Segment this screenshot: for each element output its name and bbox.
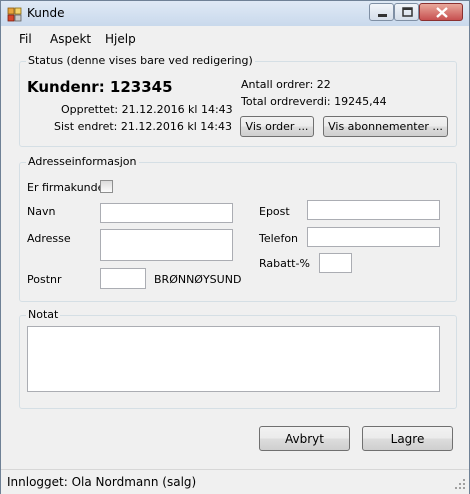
company-customer-checkbox[interactable] bbox=[100, 180, 113, 193]
discount-input[interactable] bbox=[319, 253, 352, 273]
close-button[interactable] bbox=[419, 3, 463, 21]
view-orders-button[interactable]: Vis order ... bbox=[240, 116, 314, 137]
cancel-button[interactable]: Avbryt bbox=[259, 426, 350, 451]
address-input[interactable] bbox=[100, 229, 233, 261]
title-bar[interactable]: Kunde bbox=[1, 1, 469, 26]
address-label: Adresse bbox=[27, 232, 71, 245]
phone-label: Telefon bbox=[259, 232, 299, 245]
logged-in-user: Innlogget: Ola Nordmann (salg) bbox=[7, 475, 197, 489]
created-timestamp: Opprettet: 21.12.2016 kl 14:43 bbox=[61, 103, 233, 116]
note-group-label: Notat bbox=[26, 308, 61, 321]
customer-number: Kundenr: 123345 bbox=[27, 78, 173, 96]
total-order-value: Total ordreverdi: 19245,44 bbox=[241, 95, 387, 108]
minimize-button[interactable] bbox=[369, 3, 394, 21]
status-bar: Innlogget: Ola Nordmann (salg) bbox=[1, 469, 469, 494]
postcode-input[interactable] bbox=[100, 268, 146, 289]
address-group-label: Adresseinformasjon bbox=[26, 155, 139, 168]
maximize-icon bbox=[402, 7, 413, 17]
name-input[interactable] bbox=[100, 203, 233, 223]
city-label: BRØNNØYSUND bbox=[154, 273, 242, 286]
resize-grip-icon[interactable] bbox=[454, 478, 466, 490]
email-label: Epost bbox=[259, 205, 290, 218]
close-icon bbox=[436, 7, 448, 18]
menu-bar: Fil Aspekt Hjelp bbox=[1, 28, 469, 48]
status-group-label: Status (denne vises bare ved redigering) bbox=[26, 54, 255, 67]
name-label: Navn bbox=[27, 205, 56, 218]
maximize-button[interactable] bbox=[394, 3, 419, 21]
email-input[interactable] bbox=[307, 200, 440, 220]
company-customer-label: Er firmakunde bbox=[27, 181, 105, 194]
menu-help[interactable]: Hjelp bbox=[105, 32, 136, 46]
customer-window: Kunde Fil Aspekt Hjelp Status (denne vis… bbox=[0, 0, 470, 494]
note-textarea[interactable] bbox=[27, 326, 440, 392]
discount-label: Rabatt-% bbox=[259, 257, 310, 270]
menu-file[interactable]: Fil bbox=[19, 32, 32, 46]
minimize-icon bbox=[378, 14, 387, 17]
window-title: Kunde bbox=[27, 6, 65, 20]
app-icon bbox=[7, 6, 23, 22]
save-button[interactable]: Lagre bbox=[362, 426, 453, 451]
order-count: Antall ordrer: 22 bbox=[241, 78, 331, 91]
phone-input[interactable] bbox=[307, 227, 440, 247]
postcode-label: Postnr bbox=[27, 273, 62, 286]
last-modified-timestamp: Sist endret: 21.12.2016 kl 14:43 bbox=[54, 120, 232, 133]
menu-aspect[interactable]: Aspekt bbox=[50, 32, 91, 46]
view-subscriptions-button[interactable]: Vis abonnementer ... bbox=[323, 116, 448, 137]
